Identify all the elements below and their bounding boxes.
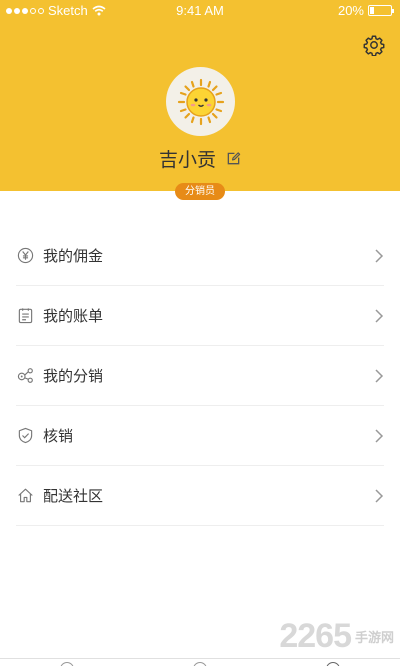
menu-item-commission[interactable]: 我的佣金	[16, 226, 384, 286]
chevron-right-icon	[375, 429, 384, 443]
menu-item-label: 我的分销	[43, 367, 104, 385]
battery-status: 20%	[337, 3, 394, 18]
watermark-logo: 2265 手游网	[279, 617, 394, 656]
avatar[interactable]	[166, 67, 235, 136]
menu-item-delivery-community[interactable]: 配送社区	[16, 466, 384, 526]
role-badge: 分销员	[175, 183, 225, 200]
home-icon	[16, 487, 34, 505]
user-name: 吉小贡	[158, 149, 216, 171]
menu-item-label: 我的佣金	[43, 247, 104, 265]
bill-icon	[16, 307, 34, 325]
menu-list: 我的佣金 我的账单 我的分销 核销 配送社区	[0, 226, 400, 526]
watermark-number: 2265	[279, 617, 352, 655]
chevron-right-icon	[375, 249, 384, 263]
chevron-right-icon	[375, 309, 384, 323]
menu-item-label: 我的账单	[43, 307, 104, 325]
user-name-row: 吉小贡	[0, 145, 400, 172]
watermark-text: 手游网	[354, 631, 394, 646]
profile-header: Sketch 9:41 AM 20% 吉小贡	[0, 0, 400, 191]
battery-icon	[368, 5, 394, 16]
menu-item-bill[interactable]: 我的账单	[16, 286, 384, 346]
distribution-icon	[16, 367, 34, 385]
menu-item-verify[interactable]: 核销	[16, 406, 384, 466]
sun-avatar-icon	[177, 78, 224, 125]
battery-percent: 20%	[337, 3, 364, 18]
shield-check-icon	[16, 427, 34, 445]
settings-gear-icon[interactable]	[363, 34, 385, 56]
menu-item-label: 配送社区	[43, 487, 104, 505]
chevron-right-icon	[375, 489, 384, 503]
yen-circle-icon	[16, 247, 34, 265]
chevron-right-icon	[375, 369, 384, 383]
menu-item-label: 核销	[43, 427, 74, 445]
edit-icon[interactable]	[226, 151, 241, 166]
menu-item-distribution[interactable]: 我的分销	[16, 346, 384, 406]
status-bar: Sketch 9:41 AM 20%	[0, 0, 400, 22]
